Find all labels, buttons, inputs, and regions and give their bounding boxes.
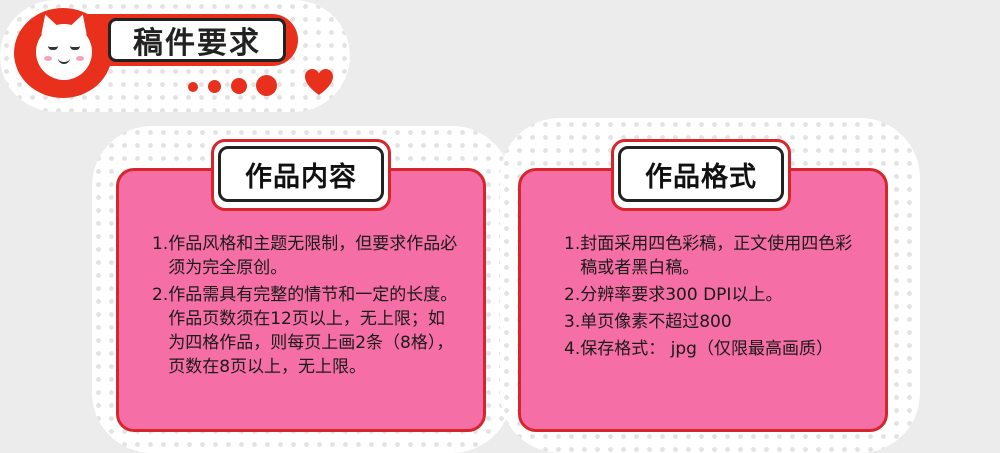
cat-blush-right [76, 56, 84, 61]
list-item: 1. 作品风格和主题无限制，但要求作品必须为完全原创。 [152, 232, 460, 280]
list-item-number: 1. [152, 234, 169, 254]
content-requirements-list: 1. 作品风格和主题无限制，但要求作品必须为完全原创。 2. 作品需具有完整的情… [152, 232, 460, 382]
list-item-text: 作品风格和主题无限制，但要求作品必须为完全原创。 [168, 234, 458, 278]
list-item-number: 2. [564, 285, 581, 305]
cat-mouth [58, 58, 70, 64]
list-item-text: 分辨率要求300 DPI以上。 [580, 285, 783, 305]
mascot-badge [14, 8, 112, 98]
decor-dot-3 [231, 78, 247, 94]
format-card-title: 作品格式 [618, 146, 784, 202]
list-item-text: 单页像素不超过800 [580, 312, 732, 332]
cat-eye-left [48, 46, 58, 50]
page-title: 稿件要求 [108, 18, 286, 62]
content-card-title: 作品内容 [218, 146, 384, 202]
decor-dot-1 [188, 82, 198, 92]
heart-icon [305, 69, 333, 95]
decor-dot-2 [208, 80, 221, 93]
list-item-number: 2. [152, 285, 169, 305]
cat-eye-right [70, 46, 80, 50]
decor-dot-4 [256, 75, 277, 96]
list-item-number: 4. [564, 339, 581, 359]
list-item-text: 作品需具有完整的情节和一定的长度。作品页数须在12页以上，无上限；如为四格作品，… [168, 285, 458, 377]
list-item: 1. 封面采用四色彩稿，正文使用四色彩稿或者黑白稿。 [564, 232, 854, 280]
list-item: 2. 作品需具有完整的情节和一定的长度。作品页数须在12页以上，无上限；如为四格… [152, 283, 460, 379]
list-item-number: 1. [564, 234, 581, 254]
list-item-text: 封面采用四色彩稿，正文使用四色彩稿或者黑白稿。 [580, 234, 853, 278]
cat-face-icon [35, 11, 93, 80]
cat-ear-left [35, 11, 61, 35]
list-item-number: 3. [564, 312, 581, 332]
cat-ear-right [67, 11, 93, 35]
list-item: 4. 保存格式： jpg（仅限最高画质） [564, 337, 854, 361]
list-item: 2. 分辨率要求300 DPI以上。 [564, 283, 854, 307]
format-requirements-list: 1. 封面采用四色彩稿，正文使用四色彩稿或者黑白稿。 2. 分辨率要求300 D… [564, 232, 854, 364]
list-item-text: 保存格式： jpg（仅限最高画质） [580, 339, 833, 359]
list-item: 3. 单页像素不超过800 [564, 310, 854, 334]
cat-blush-left [44, 56, 52, 61]
